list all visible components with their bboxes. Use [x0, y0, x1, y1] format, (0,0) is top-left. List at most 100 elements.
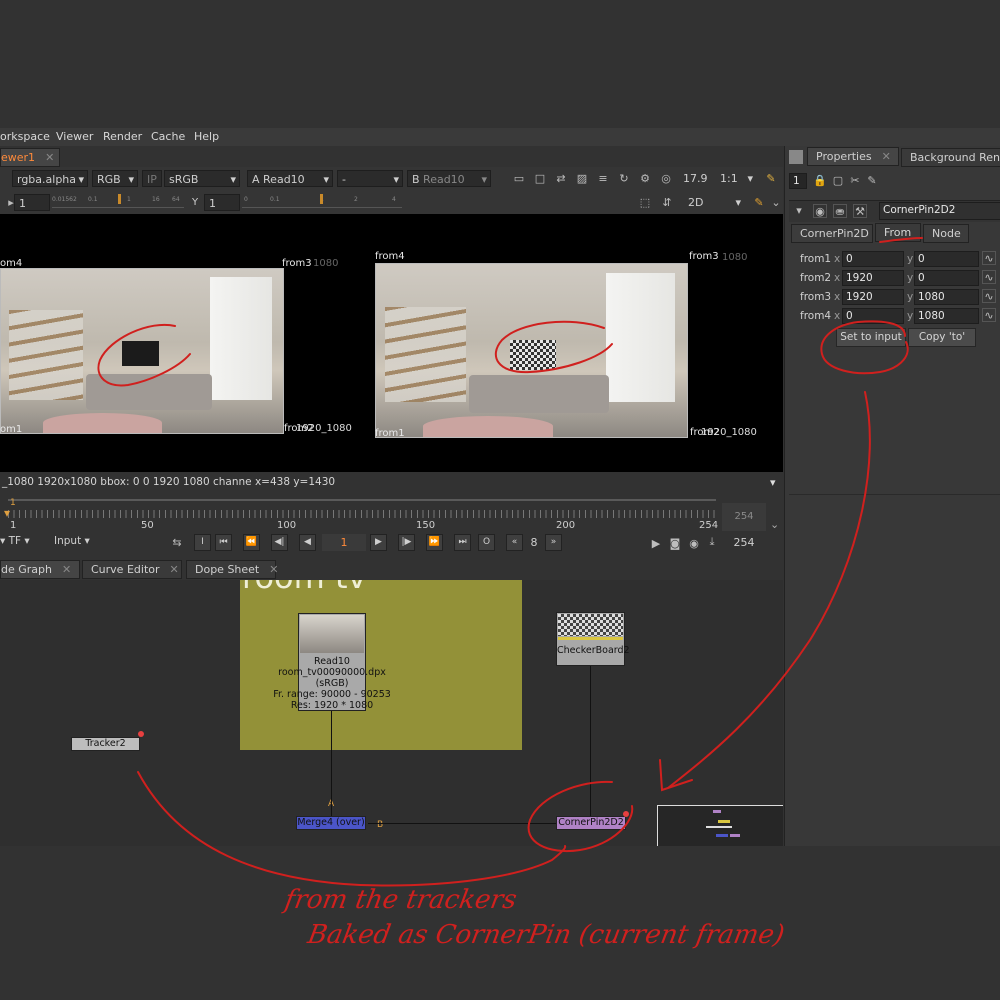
- curve-icon[interactable]: ∿: [982, 251, 996, 265]
- close-icon[interactable]: ✕: [170, 563, 179, 576]
- prev-key-button[interactable]: ⏪: [243, 534, 260, 551]
- scissors-icon[interactable]: ✂: [848, 174, 862, 188]
- channels-dropdown[interactable]: rgba.alpha ▾: [12, 170, 88, 187]
- first-frame-button[interactable]: ⏮: [215, 534, 232, 551]
- from1-x-field[interactable]: 0: [842, 251, 904, 267]
- set-to-input-button[interactable]: Set to input: [836, 328, 906, 347]
- tab-properties[interactable]: Properties ✕: [807, 147, 899, 166]
- minimap[interactable]: [657, 805, 783, 846]
- next-frame-button[interactable]: |▶: [398, 534, 415, 551]
- corner-label-from4[interactable]: om4: [0, 258, 22, 269]
- tab-node[interactable]: Node: [923, 224, 969, 243]
- collapse-icon[interactable]: ▾: [792, 204, 806, 218]
- tracker-node[interactable]: Tracker2: [71, 737, 140, 751]
- zoom-dropdown[interactable]: 1:1 ▾: [716, 170, 756, 187]
- tab-background-renders[interactable]: Background Rende: [901, 148, 1000, 167]
- from4-y-field[interactable]: 1080: [914, 308, 979, 324]
- node-name-field[interactable]: CornerPin2D2: [879, 202, 1000, 220]
- corner-label-from3[interactable]: from3: [689, 251, 719, 262]
- view-icon[interactable]: ◉: [813, 204, 827, 218]
- menu-render[interactable]: Render: [103, 130, 142, 143]
- pencil-icon[interactable]: ✎: [764, 172, 778, 186]
- float-icon[interactable]: ▢: [831, 174, 845, 188]
- from1-y-field[interactable]: 0: [914, 251, 979, 267]
- fstop-value[interactable]: 17.9: [683, 172, 708, 185]
- checkerboard-node[interactable]: CheckerBoard2: [556, 612, 630, 666]
- a-input-dropdown[interactable]: A Read10 ▾: [247, 170, 333, 187]
- export-icon[interactable]: ⤓: [705, 535, 719, 549]
- proxy-icon[interactable]: ⇵: [660, 196, 674, 210]
- brush-icon[interactable]: ✎: [752, 196, 766, 210]
- from4-x-field[interactable]: 0: [842, 308, 904, 324]
- preset-icon[interactable]: ⛂: [833, 204, 847, 218]
- timeline-end-field[interactable]: 254: [722, 503, 766, 531]
- tf-dropdown[interactable]: ▾ TF ▾: [0, 535, 30, 547]
- timeline-ruler[interactable]: 1 ▾ 1 50 100 150 200 254: [0, 496, 718, 531]
- close-icon[interactable]: ✕: [62, 563, 71, 576]
- from2-x-field[interactable]: 1920: [842, 270, 904, 286]
- viewer-canvas[interactable]: om4 from3 1080 om1 from2 1920_1080 from4…: [0, 214, 783, 472]
- lut-icon[interactable]: ≡: [596, 172, 610, 186]
- in-point-button[interactable]: I: [194, 534, 211, 551]
- clip-icon[interactable]: □: [533, 172, 547, 186]
- wipe-icon[interactable]: ▭: [512, 172, 526, 186]
- tab-cornerpin2d[interactable]: CornerPin2D: [791, 224, 873, 243]
- playhead-icon[interactable]: ▾: [4, 506, 10, 520]
- menu-workspace[interactable]: orkspace: [0, 130, 50, 143]
- close-icon[interactable]: ✕: [45, 151, 54, 164]
- corner-label-from4[interactable]: from4: [375, 251, 405, 262]
- tab-viewer[interactable]: ewer1 ✕: [0, 148, 60, 167]
- from2-y-field[interactable]: 0: [914, 270, 979, 286]
- out-point-button[interactable]: O: [478, 534, 495, 551]
- curve-icon[interactable]: ∿: [982, 289, 996, 303]
- expand-icon[interactable]: ▾: [770, 476, 776, 489]
- settings-icon[interactable]: ⚙: [638, 172, 652, 186]
- merge-node[interactable]: Merge4 (over): [296, 816, 366, 830]
- curve-icon[interactable]: ∿: [982, 308, 996, 322]
- corner-label-from1[interactable]: om1: [0, 424, 22, 435]
- close-icon[interactable]: ✕: [269, 563, 278, 576]
- close-icon[interactable]: ✕: [882, 150, 891, 163]
- ip-button[interactable]: IP: [142, 170, 162, 187]
- play-backward-button[interactable]: ◀: [299, 534, 316, 551]
- chevron-down-icon[interactable]: ⌄: [770, 518, 779, 531]
- play-forward-button[interactable]: ▶: [370, 534, 387, 551]
- view-mode-dropdown[interactable]: 2D ▾: [684, 194, 744, 211]
- roi-icon[interactable]: ▨: [575, 172, 589, 186]
- corner-label-from3[interactable]: from3: [282, 258, 312, 269]
- flipbook-icon[interactable]: ▶: [649, 537, 663, 551]
- prev-frame-button[interactable]: ◀|: [271, 534, 288, 551]
- tab-node-graph[interactable]: de Graph ✕: [0, 560, 80, 579]
- next-key-button[interactable]: ⏩: [426, 534, 443, 551]
- pencil-icon[interactable]: ✎: [865, 174, 879, 188]
- roi-select-icon[interactable]: ⬚: [638, 196, 652, 210]
- rgb-dropdown[interactable]: RGB ▾: [92, 170, 138, 187]
- cornerpin-node[interactable]: CornerPin2D2: [556, 816, 626, 830]
- refresh-icon[interactable]: ↻: [617, 172, 631, 186]
- step-back-button[interactable]: «: [506, 534, 523, 551]
- b-input-dropdown[interactable]: B Read10 ▾: [407, 170, 491, 187]
- pause-icon[interactable]: ◎: [659, 172, 673, 186]
- gamma-field[interactable]: 1: [204, 194, 240, 211]
- overlay-icon[interactable]: ⇄: [554, 172, 568, 186]
- chevron-down-icon[interactable]: ⌄: [769, 196, 783, 210]
- input-dropdown[interactable]: Input ▾: [54, 535, 90, 547]
- gain-slider[interactable]: 0.01562 0.1 1 16 64: [52, 194, 184, 208]
- tool-icon[interactable]: ⚒: [853, 204, 867, 218]
- current-frame-field[interactable]: 1: [322, 534, 366, 551]
- gain-field[interactable]: 1: [14, 194, 50, 211]
- gain-handle[interactable]: [118, 194, 121, 204]
- menu-help[interactable]: Help: [194, 130, 219, 143]
- last-frame-button[interactable]: ⏭: [454, 534, 471, 551]
- gamma-handle[interactable]: [320, 194, 323, 204]
- record-icon[interactable]: ◉: [687, 537, 701, 551]
- out-frame-field[interactable]: 254: [722, 534, 766, 551]
- lock-icon[interactable]: 🔒: [813, 174, 827, 188]
- menu-cache[interactable]: Cache: [151, 130, 185, 143]
- loop-icon[interactable]: ⇆: [170, 536, 184, 550]
- tab-curve-editor[interactable]: Curve Editor ✕: [82, 560, 182, 579]
- tab-from[interactable]: From: [875, 223, 921, 242]
- blend-dropdown[interactable]: - ▾: [337, 170, 403, 187]
- from3-y-field[interactable]: 1080: [914, 289, 979, 305]
- step-field[interactable]: 8: [524, 534, 544, 551]
